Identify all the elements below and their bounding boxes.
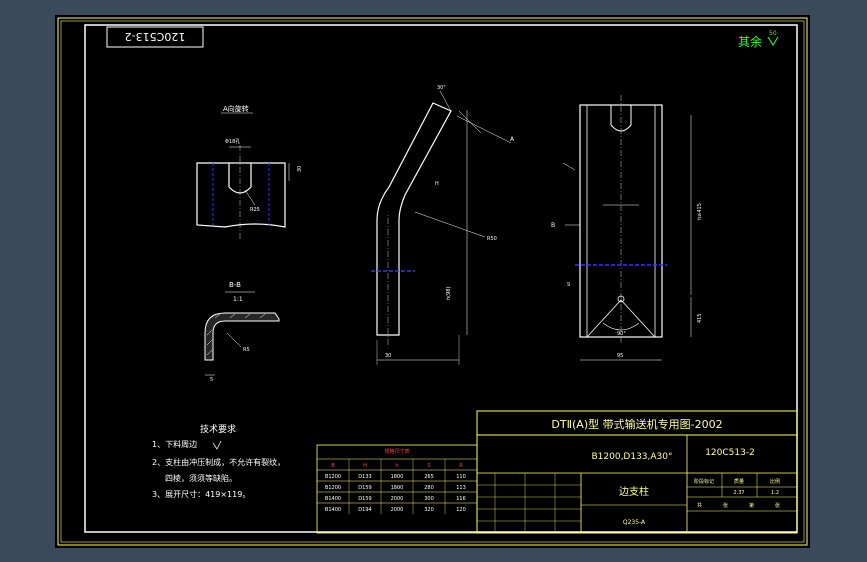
dim-bend-r50: R50 (487, 236, 497, 242)
dim-angle: 30° (437, 85, 446, 91)
weight-label: 质量 (734, 478, 744, 485)
cad-drawing: 120C513-2 其余 50 A向旋转 Φ18孔 30 R25 B-B 1:1… (57, 17, 808, 546)
dim-width-30: 30 (385, 353, 391, 359)
dim-view-a: A (510, 136, 515, 143)
param-table-cell: 1800 (391, 485, 404, 491)
part-name: 边支柱 (619, 485, 649, 498)
surface-finish-icon (767, 36, 779, 46)
param-table-cell: D133 (358, 474, 371, 480)
dim-s-label: S (567, 282, 570, 288)
tech-req-title: 技术要求 (200, 423, 236, 435)
dim-angle-90: 90° (617, 331, 626, 337)
section-title: B-B (229, 281, 241, 289)
param-table-cell: B1400 (325, 496, 341, 502)
sheet-label-4: 张 (775, 502, 780, 509)
dim-b-label: B (551, 222, 555, 229)
param-table-header: B (331, 463, 335, 469)
dim-415: 415 (697, 313, 703, 323)
tech-req-2b: 四棱，须须等缺陷。 (165, 473, 237, 483)
param-table-cell: 116 (456, 496, 466, 502)
param-table: 规格尺寸表 B Hh S R B1200 D133 1800 265 110 B1200 D159 1… (316, 444, 478, 534)
dim-h-label: H (435, 181, 439, 187)
param-table-cell: 320 (424, 507, 434, 513)
param-table-cell: 2000 (391, 507, 404, 513)
param-table-header: h (395, 463, 398, 469)
param-table-cell: B1200 (325, 474, 341, 480)
param-table-cell: 265 (424, 474, 434, 480)
param-table-cell: D159 (358, 496, 371, 502)
dim-total-height: h≥415 (697, 203, 703, 220)
surface-finish-value: 50 (769, 30, 777, 37)
stage-label: 阶段标记 (694, 478, 714, 485)
spec-text: B1200,D133,A30° (591, 452, 672, 462)
dim-slot-height: 30 (297, 166, 303, 172)
drawing-sheet: 120C513-2 其余 50 A向旋转 Φ18孔 30 R25 B-B 1:1… (55, 15, 810, 548)
param-table-cell: 120 (456, 507, 466, 513)
dim-slot-width: Φ18孔 (225, 138, 240, 145)
dim-width-95: 95 (617, 353, 623, 359)
dim-slot-radius: R25 (250, 207, 260, 213)
param-table-cell: B1200 (325, 485, 341, 491)
param-table-cell: 280 (424, 485, 434, 491)
scale-label: 比例 (770, 478, 780, 485)
section-scale: 1:1 (233, 296, 243, 303)
material: Q235-A (623, 519, 646, 526)
tech-requirements: 技术要求 1、下料周边 2、支柱由冲压制成，不允许有裂纹， 四棱，须须等缺陷。 … (152, 423, 285, 499)
drawing-border (84, 24, 798, 533)
dim-thickness: 5 (210, 377, 213, 383)
param-table-cell: 1800 (391, 474, 404, 480)
surface-finish-text: 其余 (738, 34, 762, 49)
dim-height-h: h(98) (446, 287, 452, 300)
param-table-header: R (459, 463, 463, 469)
tech-req-1: 1、下料周边 (152, 439, 197, 449)
view-a-title: A向旋转 (223, 104, 249, 113)
number-stamp: 120C513-2 (125, 30, 186, 43)
param-table-cell: 2000 (391, 496, 404, 502)
param-table-cell: 300 (424, 496, 434, 502)
param-table-cell: 110 (456, 474, 466, 480)
dim-bend-radius: R5 (243, 347, 250, 353)
param-table-cell: B1400 (325, 507, 341, 513)
weight-value: 2.37 (733, 490, 744, 496)
sheet-label-1: 共 (697, 502, 702, 509)
tech-req-2: 2、支柱由冲压制成，不允许有裂纹， (152, 457, 285, 467)
param-table-cell: 113 (456, 485, 466, 491)
scale-value: 1:2 (771, 490, 779, 496)
title-block: DTⅡ(A)型 带式输送机专用图-2002 B1200,D133,A30° 12… (476, 410, 798, 534)
param-table-title: 规格尺寸表 (384, 448, 409, 455)
param-table-header: H (363, 463, 367, 469)
front-view: 90° 95 h≥415 415 B S (551, 95, 703, 361)
side-view: 30° A R50 H h(98) 30 (371, 85, 515, 365)
sheet-label-2: 张 (723, 502, 728, 509)
param-table-header: S (427, 463, 430, 469)
tech-req-3: 3、展开尺寸：419×119。 (152, 489, 250, 499)
param-table-cell: D194 (358, 507, 371, 513)
main-title: DTⅡ(A)型 带式输送机专用图-2002 (551, 417, 722, 431)
view-a: A向旋转 Φ18孔 30 R25 (196, 104, 303, 240)
drawing-code: 120C513-2 (705, 448, 755, 458)
roughness-icon (212, 440, 222, 450)
sheet-label-3: 第 (749, 502, 754, 509)
param-table-cell: D159 (358, 485, 371, 491)
section-b-b: B-B 1:1 R5 5 (204, 281, 280, 383)
